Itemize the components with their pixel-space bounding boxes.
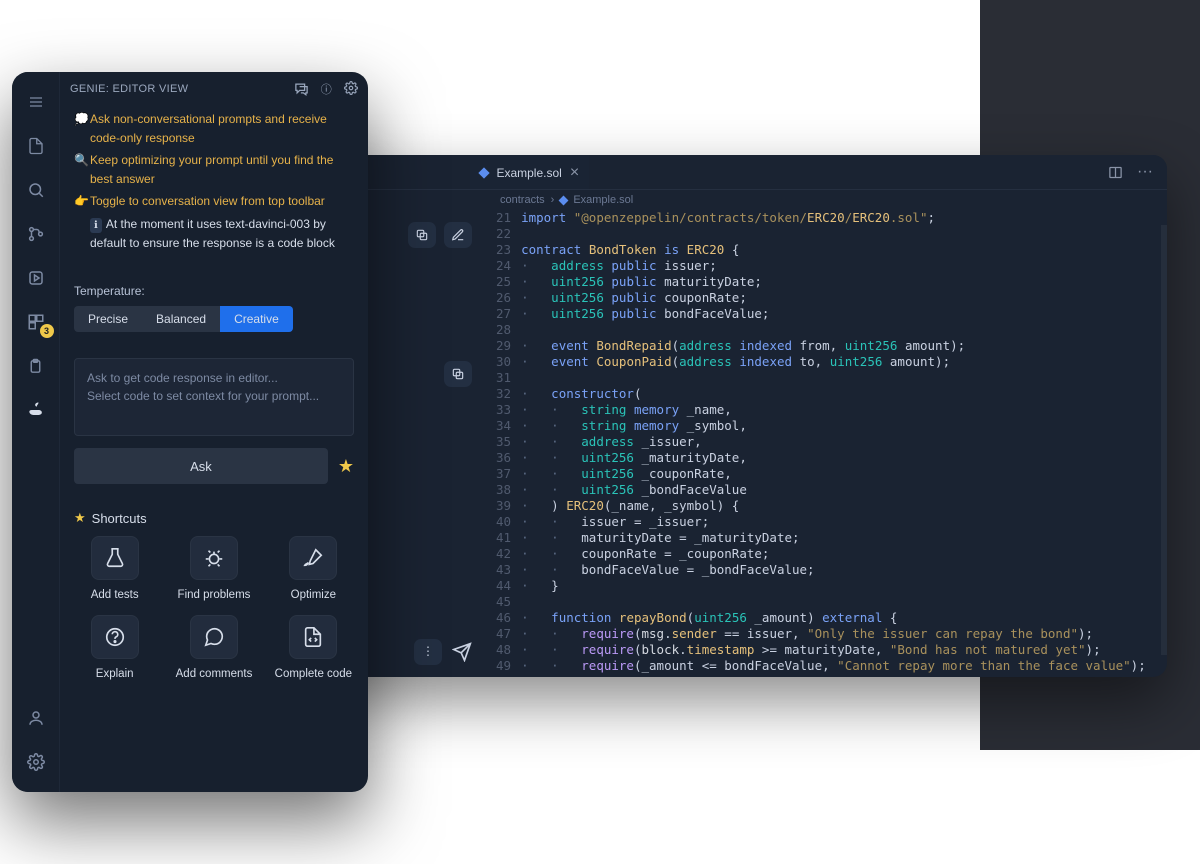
prompt-placeholder: Ask to get code response in editor... — [87, 369, 341, 387]
solidity-file-icon — [559, 195, 569, 205]
menu-icon[interactable] — [12, 82, 60, 122]
tip-item: Keep optimizing your prompt until you fi… — [74, 151, 354, 188]
shortcuts-header: ★Shortcuts — [60, 484, 368, 536]
temperature-option[interactable]: Creative — [220, 306, 293, 332]
breadcrumb-segment[interactable]: Example.sol — [573, 194, 633, 206]
settings-icon[interactable] — [344, 81, 358, 97]
activity-bar: 3 — [12, 72, 60, 792]
shortcut-item: Complete code — [273, 615, 354, 682]
tip-item: ℹAt the moment it uses text-davinci-003 … — [74, 215, 354, 252]
code-lines[interactable]: import "@openzeppelin/contracts/token/ER… — [521, 210, 1167, 677]
shortcut-label: Add comments — [176, 667, 253, 682]
chat-icon[interactable] — [294, 81, 309, 97]
shortcut-item: Add tests — [74, 536, 155, 603]
question-icon[interactable] — [91, 615, 139, 659]
copy-icon[interactable] — [408, 222, 436, 248]
shortcut-label: Complete code — [275, 667, 352, 682]
file-code-icon[interactable] — [289, 615, 337, 659]
shortcut-label: Find problems — [178, 588, 251, 603]
more-icon[interactable]: ··· — [1137, 163, 1153, 181]
panel-header: GENIE: EDITOR VIEW ⓘ — [60, 72, 368, 106]
tips-list: Ask non-conversational prompts and recei… — [60, 106, 368, 266]
ask-button[interactable]: Ask — [74, 448, 328, 484]
shortcut-item: Explain — [74, 615, 155, 682]
debug-icon[interactable] — [12, 258, 60, 298]
panel-title: GENIE: EDITOR VIEW — [70, 83, 188, 95]
scrollbar[interactable] — [1161, 225, 1167, 655]
temperature-segmented: PreciseBalancedCreative — [74, 306, 293, 332]
brush-icon[interactable] — [289, 536, 337, 580]
genie-lamp-icon[interactable] — [12, 390, 60, 430]
more-icon[interactable]: ⋮ — [414, 639, 442, 665]
code-editor[interactable]: 2122232425262728293031323334353637383940… — [490, 210, 1167, 677]
breadcrumb[interactable]: contracts › Example.sol — [490, 190, 1167, 210]
info-icon[interactable]: ⓘ — [321, 81, 332, 97]
file-tab[interactable]: Example.sol × — [470, 155, 589, 189]
shortcut-item: Add comments — [173, 615, 254, 682]
shortcut-item: Find problems — [173, 536, 254, 603]
search-icon[interactable] — [12, 170, 60, 210]
comment-icon[interactable] — [190, 615, 238, 659]
explorer-icon[interactable] — [12, 126, 60, 166]
flask-icon[interactable] — [91, 536, 139, 580]
editor-tabs: Example.sol × — [470, 155, 589, 189]
genie-panel-body: GENIE: EDITOR VIEW ⓘ Ask non-conversatio… — [60, 72, 368, 792]
bug-sparkle-icon[interactable] — [190, 536, 238, 580]
send-icon[interactable] — [452, 642, 472, 662]
shortcut-label: Optimize — [291, 588, 336, 603]
shortcut-label: Explain — [96, 667, 134, 682]
account-icon[interactable] — [12, 698, 60, 738]
copy-icon[interactable] — [444, 361, 472, 387]
temperature-block: Temperature: PreciseBalancedCreative — [60, 266, 368, 342]
editor-toolbar-right: ··· — [1094, 163, 1167, 181]
star-icon[interactable]: ★ — [338, 456, 354, 477]
genie-panel-window: 3 GENIE: EDITOR VIEW ⓘ — [12, 72, 368, 792]
prompt-placeholder: Select code to set context for your prom… — [87, 387, 341, 405]
tip-item: Toggle to conversation view from top too… — [74, 192, 354, 211]
settings-icon[interactable] — [12, 742, 60, 782]
extensions-badge: 3 — [40, 324, 54, 338]
split-editor-icon[interactable] — [1108, 165, 1123, 180]
shortcut-label: Add tests — [91, 588, 139, 603]
tip-item: Ask non-conversational prompts and recei… — [74, 110, 354, 147]
file-tab-name: Example.sol — [496, 166, 561, 180]
breadcrumb-segment[interactable]: contracts — [500, 194, 545, 206]
temperature-option[interactable]: Precise — [74, 306, 142, 332]
solidity-file-icon — [479, 167, 490, 178]
edit-icon[interactable] — [444, 222, 472, 248]
temperature-label: Temperature: — [74, 284, 354, 298]
shortcuts-grid: Add tests Find problems Optimize Explain Add… — [60, 536, 368, 682]
temperature-option[interactable]: Balanced — [142, 306, 220, 332]
prompt-textarea[interactable]: Ask to get code response in editor... Se… — [74, 358, 354, 436]
close-icon[interactable]: × — [570, 164, 579, 182]
clipboard-icon[interactable] — [12, 346, 60, 386]
line-number-gutter: 2122232425262728293031323334353637383940… — [490, 210, 521, 677]
extensions-icon[interactable]: 3 — [12, 302, 60, 342]
shortcut-item: Optimize — [273, 536, 354, 603]
source-control-icon[interactable] — [12, 214, 60, 254]
